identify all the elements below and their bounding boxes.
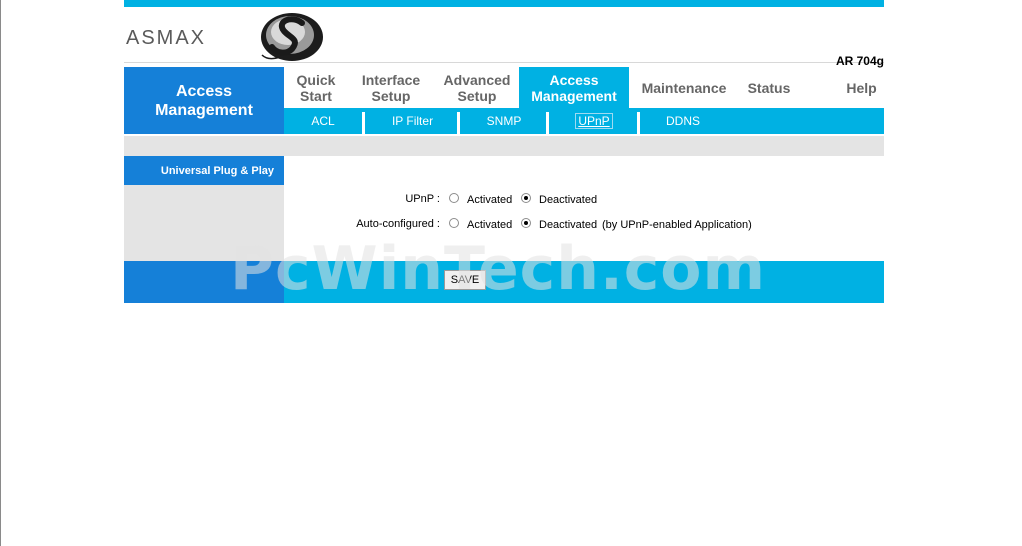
tab-advanced-setup[interactable]: Advanced Setup (434, 67, 520, 108)
subtab-ddns-label: DDNS (665, 114, 700, 128)
sidebar-label: Universal Plug & Play (124, 156, 284, 185)
top-stripe (124, 0, 884, 7)
header: ASMAX AR 704g (124, 7, 884, 68)
separator-bar (124, 136, 884, 156)
subtab-upnp-label: UPnP (575, 113, 613, 129)
subtab-ddns[interactable]: DDNS (640, 108, 726, 134)
brand-name: ASMAX (126, 27, 207, 49)
tab-maintenance[interactable]: Maintenance (629, 67, 739, 108)
save-button[interactable]: SAVE (444, 270, 486, 290)
auto-configured-activated-radio[interactable] (449, 218, 459, 228)
upnp-deactivated-label: Deactivated (539, 194, 598, 206)
upnp-activated-radio[interactable] (449, 193, 459, 203)
navigation: Access Management Quick Start Interface … (124, 67, 884, 134)
tab-status[interactable]: Status (739, 67, 799, 108)
upnp-row: UPnP : Activated Deactivated (284, 190, 884, 210)
upnp-activated-label: Activated (467, 194, 513, 206)
upnp-deactivated-radio[interactable] (521, 193, 531, 203)
subtab-acl-label: ACL (311, 114, 335, 128)
main-tabs: Quick Start Interface Setup Advanced Set… (284, 67, 884, 108)
form-footer: SAVE (284, 261, 884, 303)
auto-configured-deactivated-label: Deactivated (539, 219, 598, 231)
tab-interface-setup[interactable]: Interface Setup (348, 67, 434, 108)
subtab-snmp-label: SNMP (486, 114, 522, 128)
upnp-form: UPnP : Activated Deactivated Auto-config… (284, 156, 884, 261)
section-title: Access Management (124, 67, 284, 134)
auto-configured-activated-label: Activated (467, 219, 513, 231)
upnp-label: UPnP : (405, 193, 440, 205)
subtab-snmp[interactable]: SNMP (460, 108, 548, 134)
left-panel: Universal Plug & Play (124, 156, 284, 303)
subtab-upnp[interactable]: UPnP (549, 108, 639, 134)
auto-configured-note: (by UPnP-enabled Application) (602, 219, 752, 231)
auto-configured-row: Auto-configured : Activated Deactivated … (284, 215, 884, 235)
tab-quick-start[interactable]: Quick Start (284, 67, 348, 108)
sub-tabs: ACL IP Filter SNMP UPnP DDNS (284, 108, 884, 134)
model-name: AR 704g (835, 54, 884, 68)
tab-help[interactable]: Help (834, 67, 889, 108)
asmax-logo-icon (261, 13, 323, 61)
subtab-acl[interactable]: ACL (284, 108, 362, 134)
router-page: ASMAX AR 704g Access Management Quick St… (124, 0, 884, 303)
auto-configured-label: Auto-configured : (356, 218, 440, 230)
subtab-ip-filter[interactable]: IP Filter (365, 108, 460, 134)
subtab-ip-filter-label: IP Filter (391, 114, 434, 128)
left-panel-footer (124, 261, 284, 303)
auto-configured-deactivated-radio[interactable] (521, 218, 531, 228)
tab-access-management[interactable]: Access Management (519, 67, 629, 108)
